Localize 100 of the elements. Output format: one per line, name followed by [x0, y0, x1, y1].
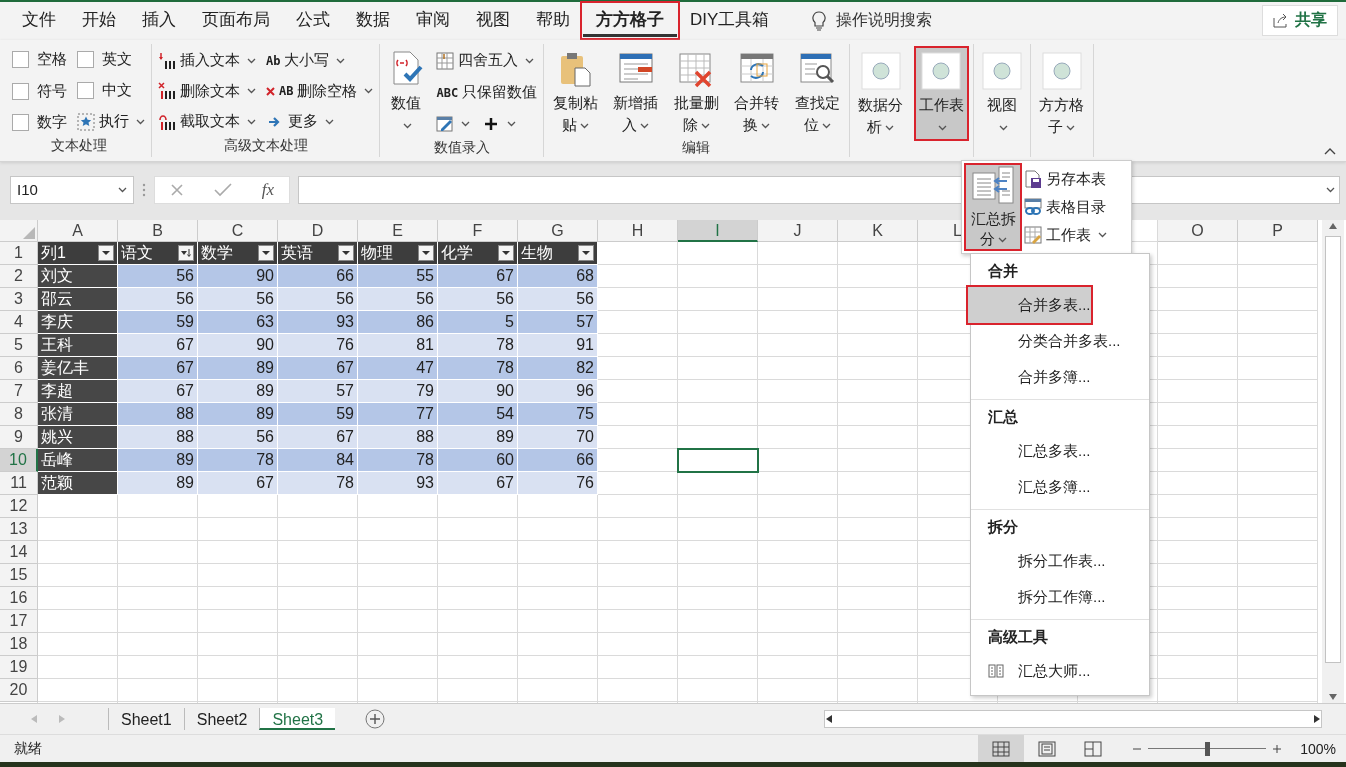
- row-header[interactable]: 14: [0, 540, 38, 564]
- menu-item[interactable]: 合并多表...: [968, 287, 1091, 323]
- menu-item[interactable]: 汇总多簿...: [972, 469, 1091, 505]
- vertical-scrollbar[interactable]: [1322, 219, 1344, 704]
- split-merge-button[interactable]: 汇总拆分: [966, 165, 1020, 249]
- menu-item[interactable]: 拆分工作簿...: [972, 579, 1106, 615]
- checkbox[interactable]: [12, 82, 29, 100]
- filter-button[interactable]: [418, 244, 434, 261]
- dropdown-item[interactable]: 工作表: [1024, 222, 1107, 248]
- ribbon-button[interactable]: 合并转换: [731, 47, 783, 138]
- column-header[interactable]: G: [518, 219, 598, 242]
- ribbon-button[interactable]: ABC 只保留数值: [436, 79, 538, 106]
- column-header[interactable]: P: [1238, 219, 1318, 242]
- tell-me-search[interactable]: 操作说明搜索: [812, 10, 933, 32]
- ribbon-button[interactable]: 删除文本: [158, 78, 256, 105]
- ribbon-button[interactable]: 执行: [77, 108, 145, 135]
- row-header[interactable]: 3: [0, 287, 38, 311]
- row-header[interactable]: 2: [0, 264, 38, 288]
- row-header[interactable]: 15: [0, 563, 38, 587]
- filter-button[interactable]: [578, 244, 594, 261]
- ribbon-button[interactable]: 批量删除: [671, 47, 722, 138]
- column-header[interactable]: E: [358, 219, 438, 242]
- zoom-in-icon[interactable]: [1272, 743, 1283, 754]
- row-header[interactable]: 13: [0, 517, 38, 541]
- ribbon-button[interactable]: 工作表: [916, 47, 967, 140]
- ribbon-button[interactable]: 视图: [979, 47, 1024, 140]
- zoom-level[interactable]: 100%: [1300, 740, 1336, 757]
- column-header[interactable]: A: [38, 219, 118, 242]
- ribbon-button[interactable]: 方方格子: [1036, 47, 1088, 140]
- normal-view-button[interactable]: [978, 735, 1025, 762]
- row-header[interactable]: 18: [0, 632, 38, 656]
- checkbox[interactable]: [12, 114, 29, 132]
- ribbon-button[interactable]: 数值: [386, 47, 427, 138]
- down-arrow-icon[interactable]: [1328, 693, 1338, 702]
- ribbon-tab[interactable]: 开始: [69, 4, 129, 38]
- ribbon-tab[interactable]: 数据: [343, 4, 403, 38]
- check-icon[interactable]: [213, 182, 232, 197]
- ribbon-button[interactable]: 新增插入: [610, 47, 662, 138]
- ribbon-tab[interactable]: 方方格子: [583, 4, 677, 38]
- ribbon-button[interactable]: 复制粘贴: [550, 47, 601, 138]
- row-header[interactable]: 10: [0, 448, 38, 472]
- row-header[interactable]: 12: [0, 494, 38, 518]
- ribbon-button[interactable]: 四舍五入: [436, 47, 538, 74]
- row-header[interactable]: 1: [0, 241, 38, 265]
- insert-function-button[interactable]: fx: [261, 179, 275, 200]
- ribbon-button[interactable]: Ab 大小写: [266, 47, 374, 74]
- row-header[interactable]: 17: [0, 609, 38, 633]
- row-header[interactable]: 11: [0, 471, 38, 495]
- row-header[interactable]: 7: [0, 379, 38, 403]
- row-header[interactable]: 19: [0, 655, 38, 679]
- collapse-icon[interactable]: [1324, 146, 1336, 155]
- menu-item[interactable]: 分类合并多表...: [972, 323, 1121, 359]
- checkbox[interactable]: [77, 81, 94, 99]
- ribbon-tab[interactable]: 文件: [9, 4, 69, 38]
- filter-button[interactable]: [178, 244, 194, 261]
- menu-item[interactable]: 汇总多表...: [972, 433, 1091, 469]
- filter-button[interactable]: [338, 244, 354, 261]
- ribbon-tab[interactable]: 公式: [283, 4, 343, 38]
- filter-button[interactable]: [98, 244, 114, 261]
- ribbon-button[interactable]: 插入文本: [158, 47, 256, 74]
- column-header[interactable]: I: [678, 219, 758, 242]
- add-sheet-icon[interactable]: [365, 709, 386, 729]
- dropdown-item[interactable]: 另存本表: [1024, 166, 1107, 192]
- ribbon-tab[interactable]: 帮助: [523, 4, 583, 38]
- column-header[interactable]: K: [838, 219, 918, 242]
- checkbox[interactable]: [77, 51, 94, 69]
- left-arrow-icon[interactable]: [825, 714, 833, 724]
- row-header[interactable]: 5: [0, 333, 38, 357]
- filter-button[interactable]: [258, 244, 274, 261]
- row-header[interactable]: 4: [0, 310, 38, 334]
- row-header[interactable]: 6: [0, 356, 38, 380]
- ribbon-button[interactable]: 截取文本: [158, 108, 256, 135]
- column-header[interactable]: F: [438, 219, 518, 242]
- ribbon-tab[interactable]: 视图: [463, 4, 523, 38]
- active-cell[interactable]: [678, 448, 758, 472]
- column-header[interactable]: O: [1158, 219, 1238, 242]
- dropdown-item[interactable]: 表格目录: [1024, 194, 1107, 220]
- sheet-tab[interactable]: Sheet3: [259, 708, 336, 730]
- column-header[interactable]: B: [118, 219, 198, 242]
- name-box[interactable]: I10: [10, 175, 134, 204]
- ribbon-button[interactable]: AB 删除空格: [266, 78, 374, 105]
- row-header[interactable]: 9: [0, 425, 38, 449]
- column-header[interactable]: C: [198, 219, 278, 242]
- menu-item[interactable]: 拆分工作表...: [972, 543, 1106, 579]
- column-header[interactable]: D: [278, 219, 358, 242]
- menu-item[interactable]: 合并多簿...: [972, 359, 1091, 395]
- filter-button[interactable]: [498, 244, 514, 261]
- ribbon-tab[interactable]: 页面布局: [189, 4, 283, 38]
- ribbon-button[interactable]: 查找定位: [792, 47, 843, 138]
- ribbon-tab[interactable]: 插入: [129, 4, 189, 38]
- row-header[interactable]: 16: [0, 586, 38, 610]
- ribbon-button[interactable]: 更多: [266, 108, 374, 135]
- sheet-tab[interactable]: Sheet1: [108, 708, 184, 730]
- menu-item[interactable]: 汇总大师...: [972, 653, 1091, 689]
- share-button[interactable]: 共享: [1262, 5, 1338, 37]
- column-header[interactable]: J: [758, 219, 838, 242]
- horizontal-scrollbar[interactable]: [824, 710, 1322, 728]
- up-arrow-icon[interactable]: [1328, 221, 1338, 230]
- right-arrow-icon[interactable]: [1313, 714, 1321, 724]
- ribbon-tab[interactable]: 审阅: [403, 4, 463, 38]
